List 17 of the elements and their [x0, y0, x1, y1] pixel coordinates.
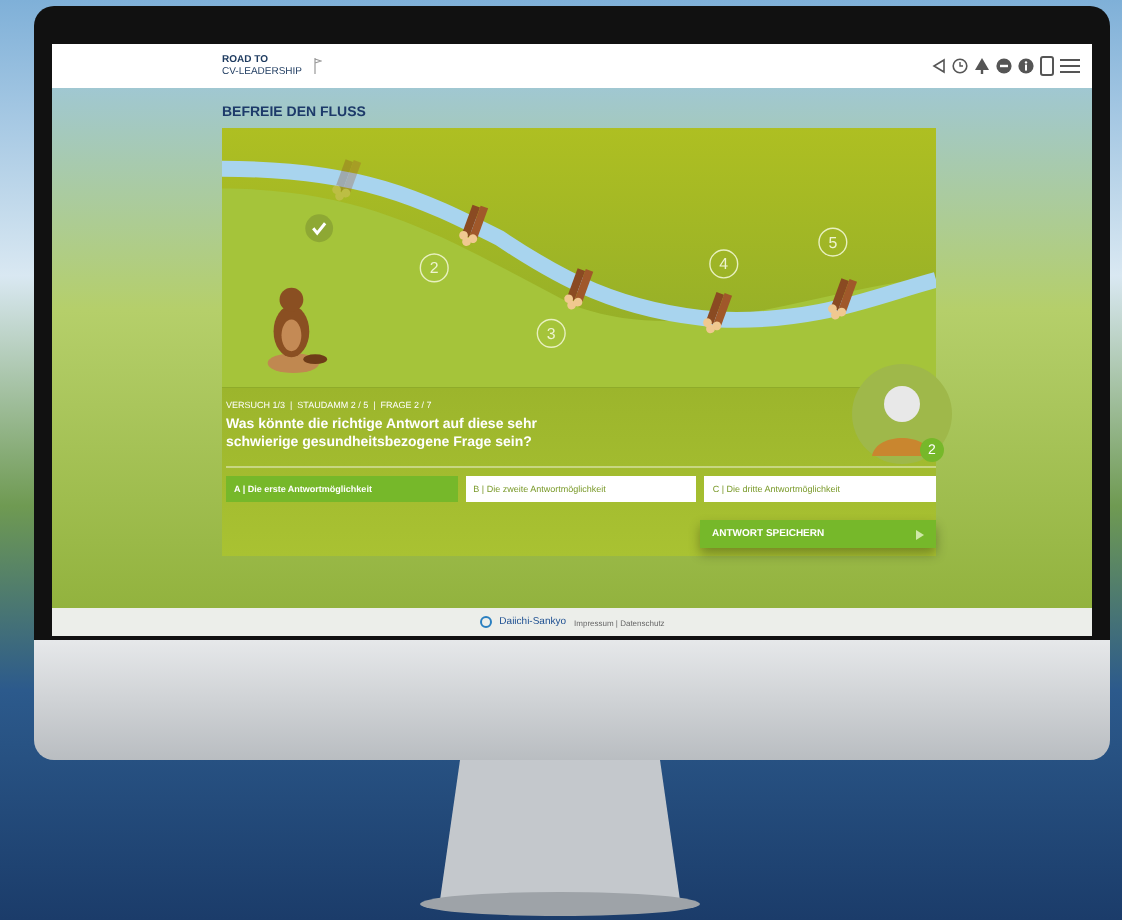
- back-icon[interactable]: [932, 58, 946, 74]
- stage-marker[interactable]: 4: [709, 249, 739, 279]
- document-icon[interactable]: [1040, 56, 1054, 76]
- circle-icon[interactable]: [996, 58, 1012, 74]
- stage-marker[interactable]: 2: [419, 253, 449, 283]
- clock-icon[interactable]: [952, 58, 968, 74]
- check-icon[interactable]: [305, 214, 334, 243]
- brand-logo-icon: [479, 616, 492, 628]
- beaver-drawing: [267, 287, 328, 374]
- stage-marker[interactable]: 3: [536, 318, 566, 348]
- stage-marker[interactable]: 5: [818, 227, 848, 257]
- flag-icon: [314, 58, 323, 74]
- tree-icon[interactable]: [974, 58, 990, 74]
- arrow-icon: [916, 529, 924, 539]
- info-icon[interactable]: [1018, 58, 1034, 74]
- menu-icon[interactable]: [1060, 58, 1080, 74]
- avatar-icon: [852, 364, 952, 464]
